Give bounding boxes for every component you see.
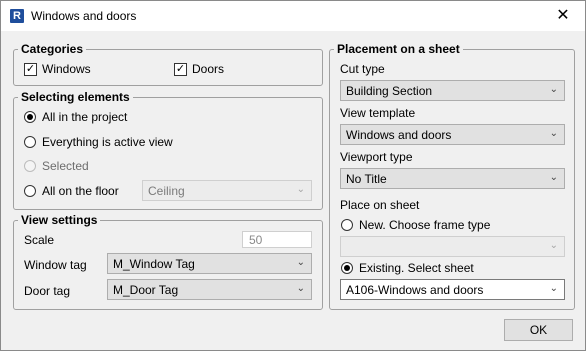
frame-type-dropdown: ⌄	[340, 236, 565, 257]
door-tag-value: M_Door Tag	[113, 283, 179, 297]
all-on-floor-radio[interactable]	[24, 185, 36, 197]
viewport-type-dropdown[interactable]: No Title ⌄	[340, 168, 565, 189]
window-tag-dropdown[interactable]: M_Window Tag ⌄	[107, 253, 312, 274]
selected-radio	[24, 160, 36, 172]
close-button[interactable]: ✕	[541, 1, 585, 31]
view-template-label: View template	[340, 106, 416, 120]
sheet-dropdown[interactable]: A106-Windows and doors ⌄	[340, 279, 565, 300]
all-on-floor-label: All on the floor	[42, 184, 119, 198]
chevron-down-icon: ⌄	[549, 84, 558, 95]
windows-checkbox[interactable]: ✓	[24, 63, 37, 76]
selecting-elements-legend: Selecting elements	[21, 90, 130, 104]
selected-label: Selected	[42, 159, 89, 173]
cut-type-label: Cut type	[340, 62, 385, 76]
view-settings-legend: View settings	[21, 213, 98, 227]
revit-app-icon: R	[10, 9, 24, 23]
viewport-type-label: Viewport type	[340, 150, 413, 164]
existing-sheet-label: Existing. Select sheet	[359, 261, 474, 275]
chevron-down-icon: ⌄	[549, 172, 558, 183]
dialog-window: R Windows and doors ✕ Categories ✓ Windo…	[0, 0, 586, 351]
place-on-sheet-label: Place on sheet	[340, 198, 420, 212]
door-tag-dropdown[interactable]: M_Door Tag ⌄	[107, 279, 312, 300]
new-frame-radio[interactable]	[341, 219, 353, 231]
view-template-dropdown[interactable]: Windows and doors ⌄	[340, 124, 565, 145]
windows-checkbox-label: Windows	[42, 62, 91, 76]
cut-type-dropdown[interactable]: Building Section ⌄	[340, 80, 565, 101]
scale-input: 50	[242, 231, 312, 248]
scale-label: Scale	[24, 233, 55, 247]
cut-type-value: Building Section	[346, 84, 433, 98]
all-in-project-label: All in the project	[42, 110, 128, 124]
viewport-type-value: No Title	[346, 172, 387, 186]
chevron-down-icon: ⌄	[296, 283, 305, 294]
doors-checkbox[interactable]: ✓	[174, 63, 187, 76]
ok-button[interactable]: OK	[504, 319, 573, 341]
title-bar: R Windows and doors ✕	[1, 1, 585, 31]
everything-active-view-radio[interactable]	[24, 136, 36, 148]
categories-legend: Categories	[21, 42, 84, 56]
chevron-down-icon: ⌄	[549, 240, 558, 251]
chevron-down-icon: ⌄	[296, 184, 305, 195]
sheet-value: A106-Windows and doors	[346, 283, 484, 297]
all-in-project-radio[interactable]	[24, 111, 36, 123]
everything-active-view-label: Everything is active view	[42, 135, 173, 149]
chevron-down-icon: ⌄	[296, 257, 305, 268]
doors-checkbox-label: Doors	[192, 62, 225, 76]
window-tag-label: Window tag	[24, 258, 87, 272]
window-tag-value: M_Window Tag	[113, 257, 195, 271]
new-frame-label: New. Choose frame type	[359, 218, 491, 232]
door-tag-label: Door tag	[24, 284, 71, 298]
view-template-value: Windows and doors	[346, 128, 452, 142]
window-title: Windows and doors	[31, 9, 137, 23]
floor-dropdown: Ceiling ⌄	[142, 180, 312, 201]
chevron-down-icon: ⌄	[549, 128, 558, 139]
existing-sheet-radio[interactable]	[341, 262, 353, 274]
chevron-down-icon: ⌄	[549, 283, 558, 294]
scale-value: 50	[249, 233, 263, 247]
placement-legend: Placement on a sheet	[337, 42, 460, 56]
floor-dropdown-value: Ceiling	[148, 184, 185, 198]
